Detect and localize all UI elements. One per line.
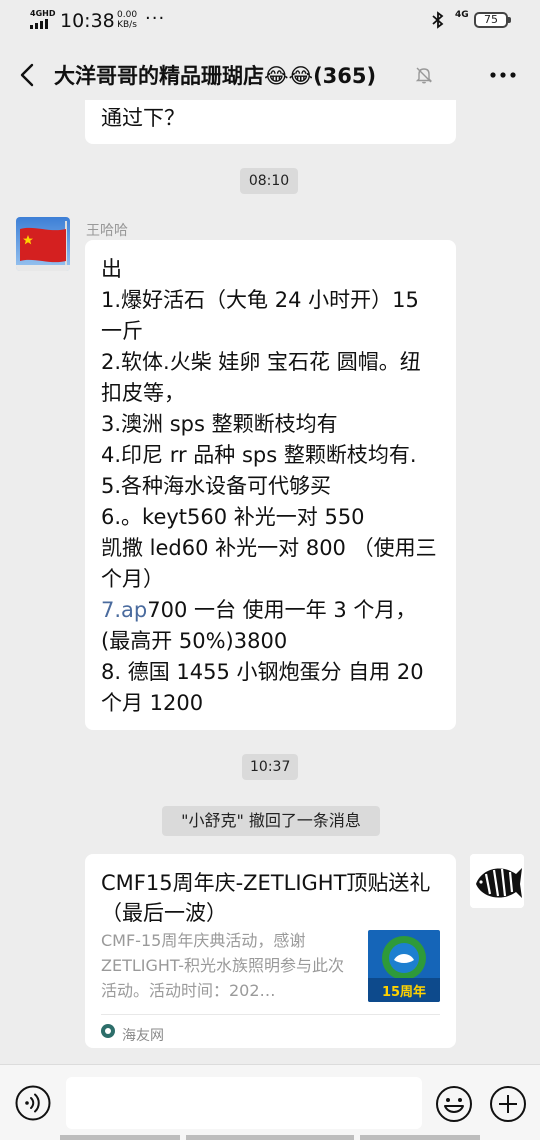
message-line: (最高开 50%)3800 — [101, 629, 288, 653]
input-bar — [0, 1064, 540, 1140]
fish-avatar-image — [470, 854, 524, 908]
battery-icon: 75 — [474, 12, 511, 28]
nav-hint-bar — [360, 1135, 480, 1140]
network-tag: 4GHD — [30, 9, 56, 18]
avatar[interactable] — [16, 217, 70, 271]
network-speed: 0.00 KB/s — [117, 10, 137, 30]
plus-icon[interactable] — [489, 1085, 527, 1123]
source-logo-icon — [101, 1024, 115, 1038]
message-line: 4.印尼 rr 品种 sps 整颗断枝均有. — [101, 443, 417, 467]
flag-avatar-image — [16, 217, 70, 271]
divider — [101, 1014, 440, 1015]
voice-icon[interactable] — [15, 1085, 51, 1121]
signal-icon — [30, 19, 48, 29]
timestamp-divider: 08:10 — [240, 168, 298, 194]
message-bubble[interactable]: 出 1.爆好活石（大龟 24 小时开）15 一斤 2.软体.火柴 娃卵 宝石花 … — [85, 240, 456, 730]
message-line: 出 — [101, 257, 122, 281]
bluetooth-icon — [432, 11, 444, 29]
message-line: 6.。keyt560 补光一对 550 — [101, 505, 365, 529]
message-line-rest: 700 一台 使用一年 3 个月， — [147, 598, 417, 622]
message-line: 8. 德国 1455 小钢炮蛋分 自用 20 — [101, 660, 424, 684]
message-line: 一斤 — [101, 319, 143, 343]
status-bar: 4GHD 10:38 0.00 KB/s ··· 4G 75 — [0, 0, 540, 40]
speed-value: 0.00 — [117, 10, 138, 20]
network-type: 4G — [455, 10, 469, 20]
link-card-source: 海友网 — [122, 1028, 164, 1044]
message-link[interactable]: 7.ap — [101, 598, 147, 622]
back-icon[interactable] — [14, 60, 44, 90]
link-card-description: CMF-15周年庆典活动，感谢ZETLIGHT-积光水族照明参与此次活动。活动时… — [101, 931, 344, 1000]
message-line: 3.澳洲 sps 整颗断枝均有 — [101, 412, 338, 436]
sender-name: 王哈哈 — [86, 223, 128, 239]
message-line: 7.ap700 一台 使用一年 3 个月， — [101, 595, 440, 626]
self-avatar[interactable] — [470, 854, 524, 908]
link-card-thumbnail: 15周年 — [368, 930, 440, 1002]
emoji-icon[interactable] — [435, 1085, 473, 1123]
nav-hint-bar — [186, 1135, 354, 1140]
chat-title: 大洋哥哥的精品珊瑚店😂😂(365) — [54, 64, 377, 88]
message-line: 扣皮等， — [101, 381, 185, 405]
more-icon[interactable] — [486, 62, 520, 88]
status-time: 10:38 — [60, 10, 115, 32]
link-card-title: CMF15周年庆-ZETLIGHT顶贴送礼（最后一波） — [101, 871, 431, 925]
link-card[interactable]: CMF15周年庆-ZETLIGHT顶贴送礼（最后一波） CMF-15周年庆典活动… — [85, 854, 456, 1048]
mute-icon — [415, 67, 433, 84]
status-more-dots: ··· — [145, 8, 166, 29]
previous-message-bubble[interactable]: 通过下？ — [85, 100, 456, 144]
message-line: 1.爆好活石（大龟 24 小时开）15 — [101, 288, 419, 312]
nav-hint-bar — [60, 1135, 180, 1140]
message-line: 个月 1200 — [101, 691, 204, 715]
thumbnail-image: 15周年 — [368, 930, 440, 1002]
recall-notice: "小舒克" 撤回了一条消息 — [162, 806, 380, 836]
battery-level: 75 — [484, 13, 498, 26]
message-line: 2.软体.火柴 娃卵 宝石花 圆帽。纽 — [101, 350, 421, 374]
previous-message-text: 通过下？ — [101, 106, 185, 130]
speed-unit: KB/s — [117, 20, 137, 30]
message-line: 5.各种海水设备可代够买 — [101, 474, 332, 498]
message-input[interactable] — [66, 1077, 422, 1129]
timestamp-divider: 10:37 — [242, 754, 298, 780]
message-line: 凯撒 led60 补光一对 800 （使用三 — [101, 536, 437, 560]
message-line: 个月） — [101, 567, 164, 591]
thumbnail-text: 15周年 — [382, 984, 426, 1000]
